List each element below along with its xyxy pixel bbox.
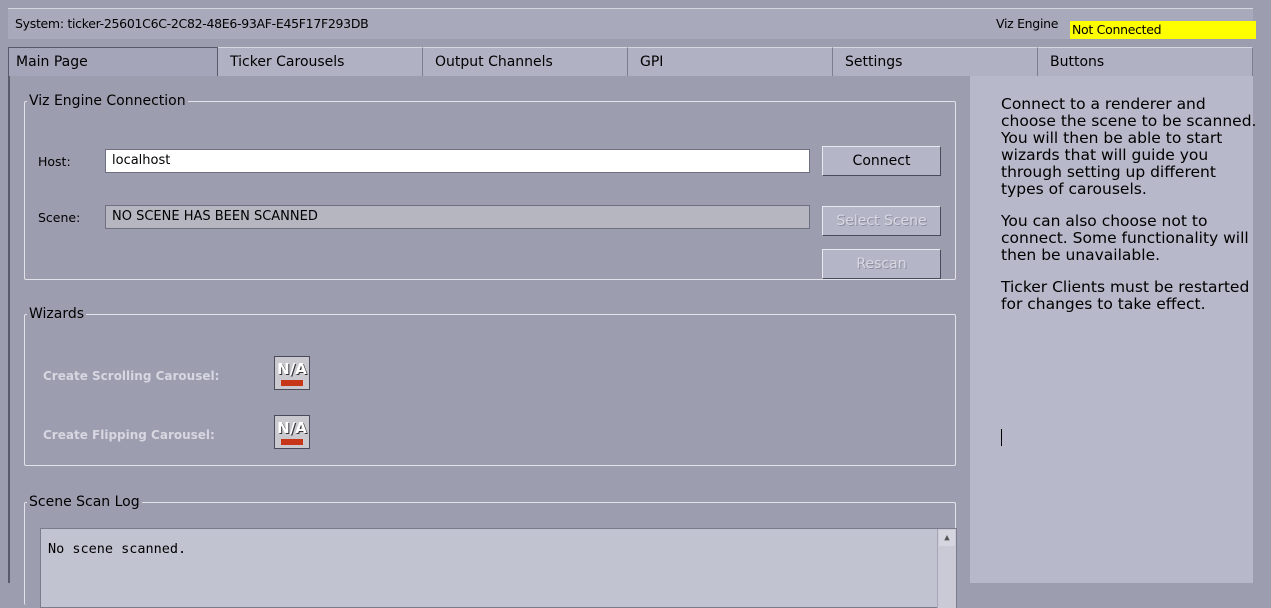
flipping-carousel-icon[interactable]: N/A [274, 415, 310, 449]
help-text: Connect to a renderer and choose the sce… [970, 96, 1261, 328]
scrolling-carousel-label: Create Scrolling Carousel: [43, 369, 220, 383]
log-scrollbar[interactable]: ▲ [937, 529, 956, 608]
scrolling-icon-bar [281, 380, 303, 386]
help-paragraph-1: Connect to a renderer and choose the sce… [1001, 95, 1257, 198]
wizards-group: Wizards Create Scrolling Carousel: N/A C… [24, 306, 956, 466]
tab-gpi[interactable]: GPI [628, 47, 833, 76]
flipping-icon-bar [281, 439, 303, 445]
rescan-button[interactable]: Rescan [822, 249, 941, 279]
tab-ticker-carousels[interactable]: Ticker Carousels [218, 47, 423, 76]
wizards-group-title: Wizards [29, 306, 85, 322]
connect-button[interactable]: Connect [822, 146, 941, 176]
scroll-up-icon[interactable]: ▲ [939, 530, 955, 546]
tab-settings[interactable]: Settings [833, 47, 1038, 76]
scan-log-title: Scene Scan Log [29, 494, 140, 510]
main-page-panel: Viz Engine Connection Host: localhost Co… [8, 76, 970, 608]
system-id-label: System: ticker-25601C6C-2C82-48E6-93AF-E… [15, 16, 369, 31]
select-scene-button[interactable]: Select Scene [822, 206, 941, 236]
system-title-bar: System: ticker-25601C6C-2C82-48E6-93AF-E… [8, 8, 1256, 39]
host-label: Host: [38, 154, 71, 169]
help-paragraph-3: Ticker Clients must be restarted for cha… [1001, 278, 1250, 313]
scrolling-carousel-icon[interactable]: N/A [274, 356, 310, 390]
host-input[interactable]: localhost [105, 149, 810, 173]
scan-log-text: No scene scanned. [48, 541, 187, 557]
connection-status-badge: Not Connected [1070, 21, 1256, 39]
scene-field: NO SCENE HAS BEEN SCANNED [105, 205, 810, 229]
viz-engine-label: Viz Engine [996, 16, 1059, 31]
tab-output-channels[interactable]: Output Channels [423, 47, 628, 76]
scrolling-icon-text: N/A [277, 360, 307, 378]
flipping-icon-text: N/A [277, 419, 307, 437]
scene-label: Scene: [38, 210, 81, 225]
help-panel: Connect to a renderer and choose the sce… [970, 76, 1256, 583]
scene-scan-log-group: Scene Scan Log No scene scanned. ▲ [24, 494, 957, 608]
scan-log-textarea[interactable]: No scene scanned. ▲ [40, 528, 957, 608]
viz-engine-connection-group: Viz Engine Connection Host: localhost Co… [24, 93, 956, 280]
help-paragraph-2: You can also choose not to connect. Some… [1001, 212, 1249, 264]
tab-main-page[interactable]: Main Page [8, 47, 218, 76]
flipping-carousel-label: Create Flipping Carousel: [43, 428, 215, 442]
tab-bar: Main Page Ticker Carousels Output Channe… [8, 47, 1253, 76]
text-cursor [1001, 429, 1002, 446]
connection-group-title: Viz Engine Connection [29, 93, 186, 109]
tab-buttons[interactable]: Buttons [1038, 47, 1253, 76]
